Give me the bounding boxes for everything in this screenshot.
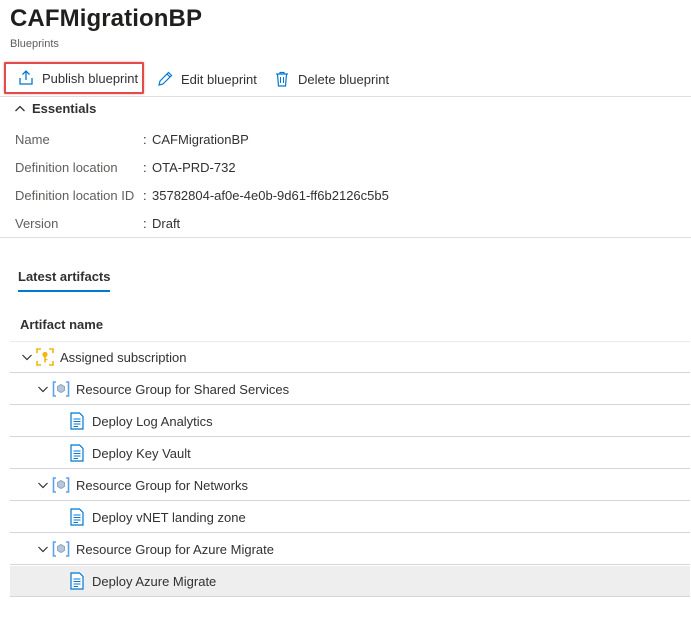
edit-blueprint-button[interactable]: Edit blueprint	[155, 66, 257, 92]
chevron-down-icon[interactable]	[36, 382, 50, 396]
definition-location-value: OTA-PRD-732	[152, 160, 236, 175]
list-item[interactable]: Resource Group for Networks	[10, 470, 690, 501]
document-icon	[68, 508, 86, 526]
row-label: Resource Group for Networks	[76, 477, 248, 493]
row-label: Deploy Azure Migrate	[92, 573, 217, 589]
essentials-toggle[interactable]: Essentials	[14, 101, 96, 116]
row-label: Deploy Key Vault	[92, 445, 191, 461]
essentials-divider	[0, 237, 691, 238]
list-item[interactable]: Deploy vNET landing zone	[10, 502, 690, 533]
list-item[interactable]: Deploy Azure Migrate	[10, 566, 690, 597]
definition-location-id-label: Definition location ID	[15, 188, 135, 203]
publish-blueprint-label: Publish blueprint	[42, 70, 139, 86]
publish-blueprint-button[interactable]: Publish blueprint	[4, 62, 144, 94]
list-item[interactable]: Deploy Log Analytics	[10, 406, 690, 437]
list-item[interactable]: Resource Group for Shared Services	[10, 374, 690, 405]
row-label: Resource Group for Azure Migrate	[76, 541, 274, 557]
row-label: Resource Group for Shared Services	[76, 381, 290, 397]
chevron-up-icon	[14, 103, 26, 115]
essentials-heading: Essentials	[32, 101, 97, 116]
definition-location-separator: :	[143, 160, 147, 175]
row-label: Deploy Log Analytics	[92, 413, 213, 429]
document-icon	[68, 444, 86, 462]
list-item[interactable]: Deploy Key Vault	[10, 438, 690, 469]
name-label: Name	[15, 132, 50, 147]
tab-latest-artifacts[interactable]: Latest artifacts	[18, 269, 111, 292]
name-separator: :	[143, 132, 147, 147]
artifact-name-column-header[interactable]: Artifact name	[20, 317, 103, 332]
list-item[interactable]: Assigned subscription	[10, 342, 690, 373]
definition-location-id-separator: :	[143, 188, 147, 203]
name-value: CAFMigrationBP	[152, 132, 249, 147]
subscription-key-icon	[36, 348, 54, 366]
version-separator: :	[143, 216, 147, 231]
version-label: Version	[15, 216, 59, 231]
edit-blueprint-label: Edit blueprint	[181, 71, 257, 87]
resource-group-icon	[52, 476, 70, 494]
chevron-down-icon[interactable]	[36, 478, 50, 492]
upload-icon	[16, 68, 36, 88]
list-item[interactable]: Resource Group for Azure Migrate	[10, 534, 690, 565]
pencil-icon	[155, 69, 175, 89]
definition-location-label: Definition location	[15, 160, 118, 175]
document-icon	[68, 412, 86, 430]
page-title: CAFMigrationBP	[10, 5, 203, 32]
resource-group-icon	[52, 540, 70, 558]
trash-icon	[272, 69, 292, 89]
chevron-down-icon[interactable]	[20, 350, 34, 364]
row-label: Assigned subscription	[60, 349, 187, 365]
version-value: Draft	[152, 216, 181, 231]
page-subtitle: Blueprints	[10, 38, 59, 50]
resource-group-icon	[52, 380, 70, 398]
chevron-down-icon[interactable]	[36, 542, 50, 556]
delete-blueprint-label: Delete blueprint	[298, 71, 390, 87]
toolbar-divider	[0, 96, 691, 97]
document-icon	[68, 572, 86, 590]
row-label: Deploy vNET landing zone	[92, 509, 246, 525]
definition-location-id-value: 35782804-af0e-4e0b-9d61-ff6b2126c5b5	[152, 188, 389, 203]
delete-blueprint-button[interactable]: Delete blueprint	[272, 66, 389, 92]
